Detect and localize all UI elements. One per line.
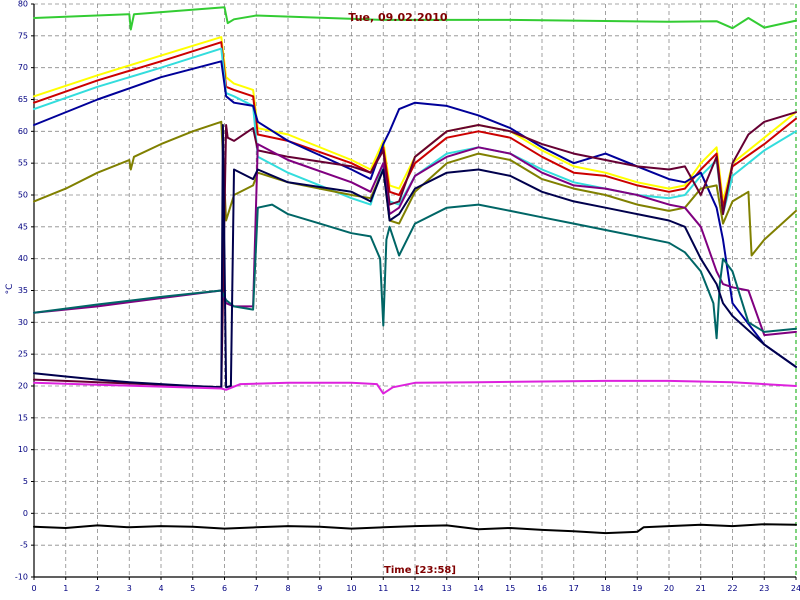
chart-title: Tue, 09.02.2010 xyxy=(348,11,448,24)
y-tick-label: 40 xyxy=(18,254,28,263)
x-tick-label: 9 xyxy=(317,584,322,593)
x-tick-label: 7 xyxy=(254,584,259,593)
x-tick-label: 24 xyxy=(791,584,800,593)
x-tick-label: 5 xyxy=(190,584,195,593)
y-tick-label: 20 xyxy=(18,382,28,391)
x-tick-label: 11 xyxy=(378,584,388,593)
x-tick-label: 12 xyxy=(410,584,420,593)
x-tick-label: 10 xyxy=(346,584,356,593)
x-tick-label: 16 xyxy=(537,584,547,593)
x-tick-label: 17 xyxy=(569,584,579,593)
y-tick-label: 75 xyxy=(18,31,28,40)
y-tick-label: 15 xyxy=(18,413,28,422)
y-tick-label: 50 xyxy=(18,191,28,200)
x-tick-label: 1 xyxy=(63,584,68,593)
y-tick-label: -10 xyxy=(15,573,28,582)
x-tick-label: 0 xyxy=(31,584,36,593)
y-tick-label: 10 xyxy=(18,445,28,454)
y-tick-label: 0 xyxy=(23,509,28,518)
y-tick-label: 80 xyxy=(18,0,28,9)
y-tick-label: 35 xyxy=(18,286,28,295)
y-tick-label: 5 xyxy=(23,477,28,486)
y-tick-label: 25 xyxy=(18,350,28,359)
x-tick-label: 15 xyxy=(505,584,515,593)
y-axis-title: °C xyxy=(5,284,15,295)
line-chart: -10-5051015202530354045505560657075800 1 2… xyxy=(0,0,800,600)
y-tick-label: -5 xyxy=(20,541,28,550)
chart-background xyxy=(0,0,800,600)
x-axis-title: Time [23:58] xyxy=(384,565,456,576)
x-tick-label: 22 xyxy=(727,584,737,593)
x-tick-label: 21 xyxy=(696,584,706,593)
y-tick-label: 30 xyxy=(18,318,28,327)
y-tick-label: 60 xyxy=(18,127,28,136)
y-tick-label: 55 xyxy=(18,159,28,168)
y-tick-label: 70 xyxy=(18,63,28,72)
y-tick-label: 45 xyxy=(18,222,28,231)
x-tick-label: 6 xyxy=(222,584,227,593)
x-tick-label: 23 xyxy=(759,584,769,593)
x-tick-label: 3 xyxy=(127,584,132,593)
x-tick-label: 8 xyxy=(285,584,290,593)
x-tick-label: 4 xyxy=(158,584,163,593)
y-tick-label: 65 xyxy=(18,95,28,104)
x-tick-label: 18 xyxy=(600,584,610,593)
x-tick-label: 19 xyxy=(632,584,642,593)
x-tick-label: 20 xyxy=(664,584,674,593)
x-tick-label: 13 xyxy=(442,584,452,593)
x-tick-label: 14 xyxy=(473,584,483,593)
x-tick-label: 2 xyxy=(95,584,100,593)
